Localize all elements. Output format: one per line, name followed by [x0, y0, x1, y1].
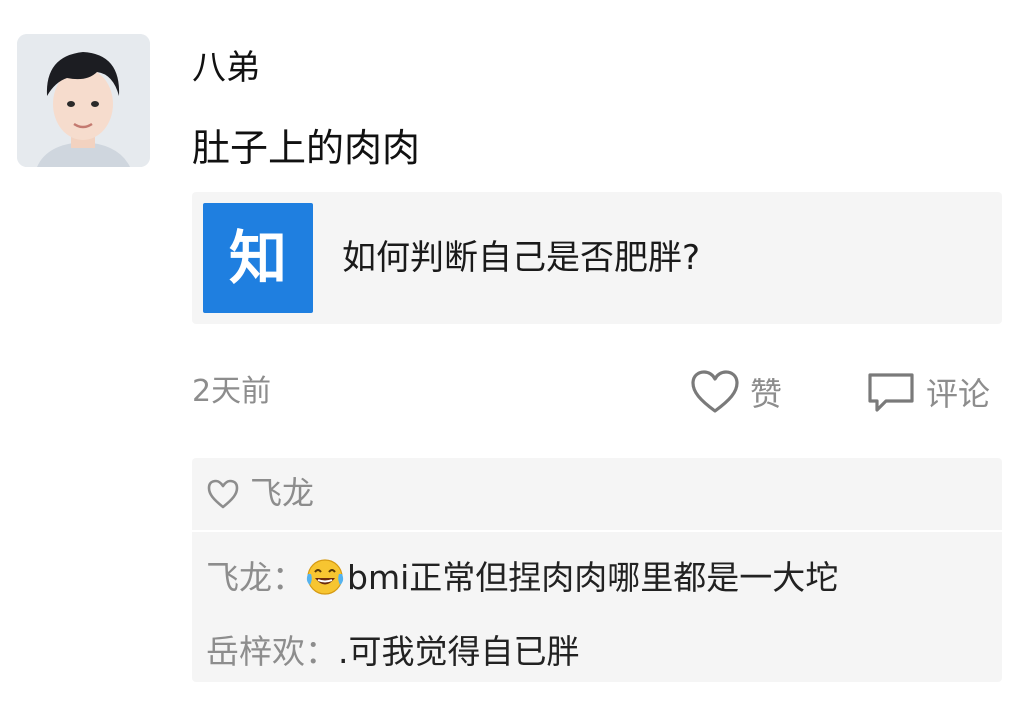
comment-text: bmi正常但捏肉肉哪里都是一大坨 — [347, 558, 839, 597]
comment-button[interactable]: 评论 — [866, 366, 990, 418]
likes-list: 飞龙 — [192, 458, 1002, 530]
shared-link-card[interactable]: 知 如何判断自己是否肥胖? — [192, 192, 1002, 324]
post-author-name[interactable]: 八弟 — [192, 44, 260, 92]
avatar-portrait — [17, 34, 150, 167]
laughing-tears-emoji — [306, 558, 344, 595]
comment-author[interactable]: 岳梓欢： — [206, 632, 338, 671]
avatar[interactable] — [17, 34, 150, 167]
heart-outline-icon — [691, 370, 739, 413]
zhihu-logo: 知 — [203, 203, 313, 313]
small-heart-icon — [207, 479, 239, 509]
like-button[interactable]: 赞 — [690, 366, 782, 418]
comment-item[interactable]: 飞龙： bmi正常但捏肉肉哪里都是一大坨 — [206, 554, 838, 603]
comments-list: 飞龙： bmi正常但捏肉肉哪里都是一大坨 岳梓欢：.可我觉得自已胖 — [192, 532, 1002, 682]
like-label: 赞 — [750, 375, 783, 413]
post-timestamp: 2天前 — [192, 374, 272, 409]
zhihu-logo-text: 知 — [228, 224, 287, 292]
comment-text: .可我觉得自已胖 — [338, 632, 580, 671]
comment-bubble-icon — [868, 373, 914, 412]
comment-label: 评论 — [926, 375, 991, 413]
comment-author[interactable]: 飞龙： — [206, 558, 305, 597]
shared-link-title: 如何判断自己是否肥胖? — [342, 238, 701, 278]
comment-item[interactable]: 岳梓欢：.可我觉得自已胖 — [206, 628, 580, 676]
liker-name[interactable]: 飞龙 — [250, 470, 314, 516]
post-text: 肚子上的肉肉 — [192, 126, 421, 170]
